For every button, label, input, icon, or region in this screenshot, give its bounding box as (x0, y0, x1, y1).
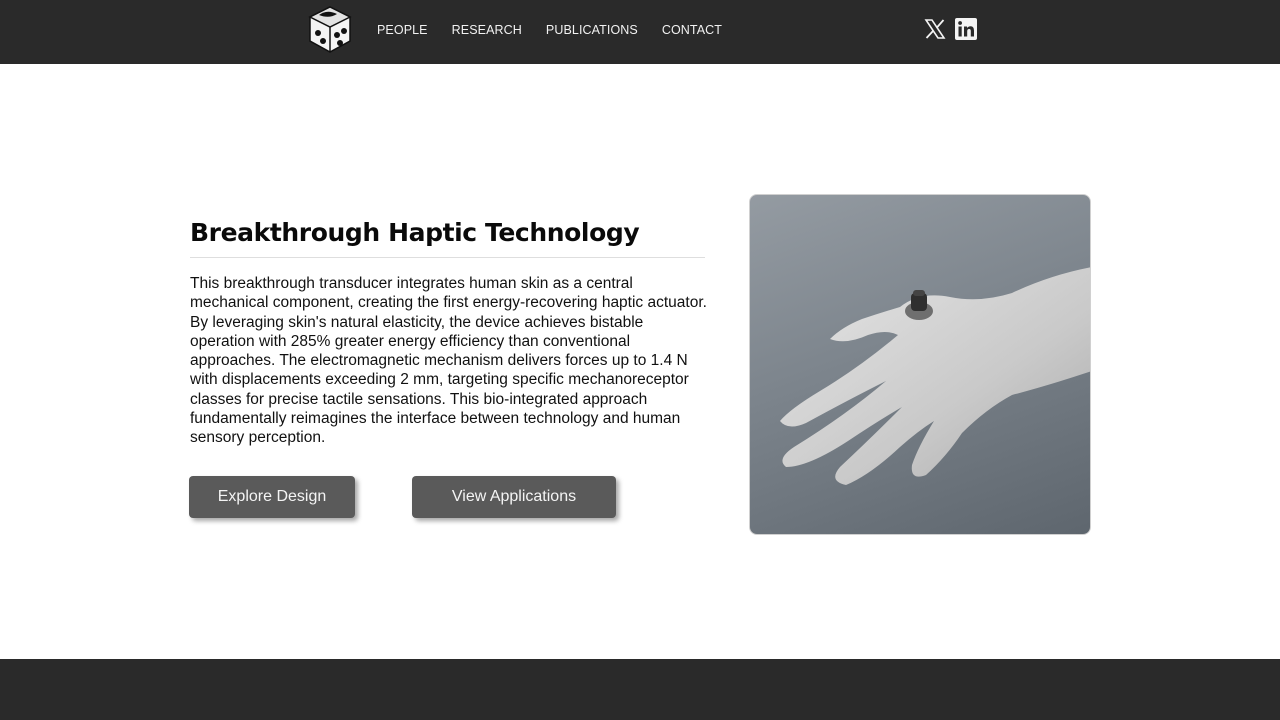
view-applications-button[interactable]: View Applications (412, 476, 616, 518)
hero-description: This breakthrough transducer integrates … (190, 275, 707, 447)
main-nav: PEOPLE RESEARCH PUBLICATIONS CONTACT (377, 0, 746, 59)
nav-item-people[interactable]: PEOPLE (377, 23, 428, 37)
page-footer (0, 659, 1280, 720)
nav-item-publications[interactable]: PUBLICATIONS (546, 23, 638, 37)
top-navigation-bar: PEOPLE RESEARCH PUBLICATIONS CONTACT (0, 0, 1280, 64)
nav-item-contact[interactable]: CONTACT (662, 23, 722, 37)
nav-item-research[interactable]: RESEARCH (452, 23, 522, 37)
lab-logo-dice-icon[interactable] (305, 5, 355, 55)
linkedin-icon[interactable] (955, 18, 977, 40)
x-logo-icon[interactable] (924, 18, 946, 40)
hero-text-block: Breakthrough Haptic Technology This brea… (190, 214, 715, 448)
explore-design-button[interactable]: Explore Design (189, 476, 355, 518)
title-divider (190, 257, 705, 258)
page-title: Breakthrough Haptic Technology (190, 218, 640, 247)
hand-with-haptic-device-image (749, 194, 1091, 535)
